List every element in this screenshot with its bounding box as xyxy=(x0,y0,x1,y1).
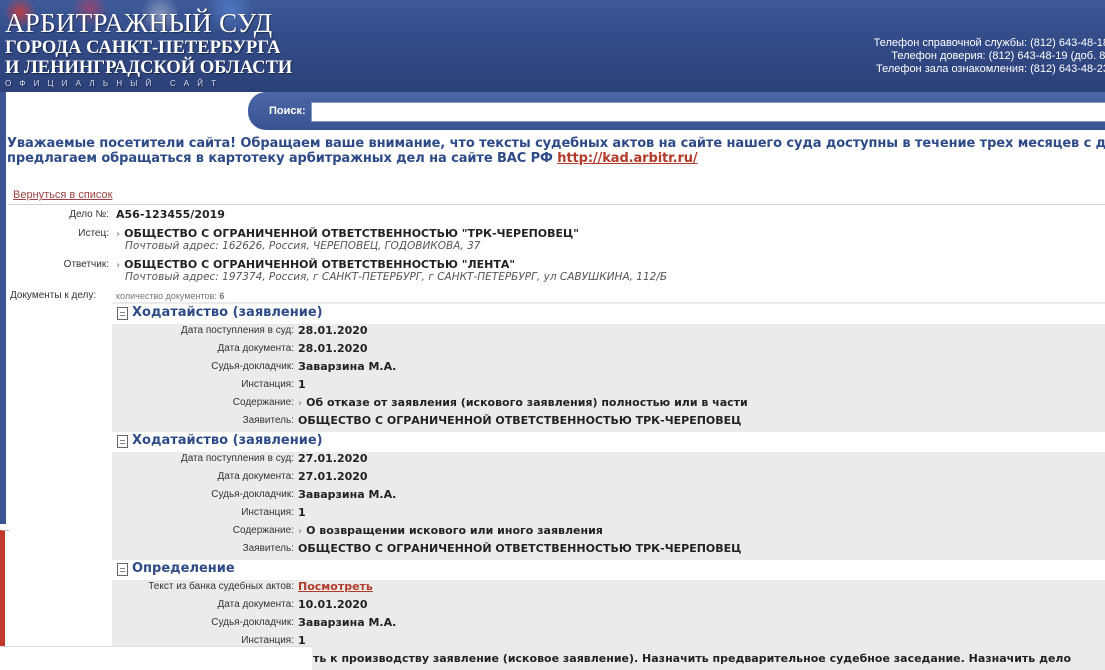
bullet-icon: › xyxy=(298,526,303,537)
court-name-line3: И ЛЕНИНГРАДСКОЙ ОБЛАСТИ xyxy=(5,57,293,78)
field-label: Судья-докладчик: xyxy=(211,489,294,500)
field-label: Дата поступления в суд: xyxy=(180,325,294,336)
field-value: ОБЩЕСТВО С ОГРАНИЧЕННОЙ ОТВЕТСТВЕННОСТЬЮ… xyxy=(298,414,742,427)
field-value-text: Об отказе от заявления (искового заявлен… xyxy=(306,396,748,409)
field-label: Содержание: xyxy=(232,525,294,536)
field-value: ть к производству заявление (исковое зая… xyxy=(313,652,1072,665)
field-value: 1 xyxy=(298,506,306,519)
field-value: Посмотреть xyxy=(298,580,373,593)
field-label: Заявитель: xyxy=(242,415,294,426)
view-document-link[interactable]: Посмотреть xyxy=(298,580,373,593)
case-number: А56-123455/2019 xyxy=(116,208,225,221)
field-value: ОБЩЕСТВО С ОГРАНИЧЕННОЙ ОТВЕТСТВЕННОСТЬЮ… xyxy=(298,542,742,555)
field-value: › Об отказе от заявления (искового заявле… xyxy=(298,396,748,409)
documents-count-label: количество документов: xyxy=(116,291,217,301)
field-label: Судья-докладчик: xyxy=(211,361,294,372)
field-label: Инстанция: xyxy=(241,379,294,390)
defendant-name: › ОБЩЕСТВО С ОГРАНИЧЕННОЙ ОТВЕТСТВЕННОСТЬ… xyxy=(116,258,515,271)
document-header xyxy=(112,560,1105,580)
plaintiff-address: Почтовый адрес: 162626, Россия, ЧЕРЕПОВЕ… xyxy=(125,240,481,252)
document-title: Ходатайство (заявление) xyxy=(132,433,323,448)
kad-arbitr-link[interactable]: http://kad.arbitr.ru/ xyxy=(557,151,697,166)
document-title: Определение xyxy=(132,561,235,576)
field-value: 28.01.2020 xyxy=(298,342,368,355)
field-value: Заварзина М.А. xyxy=(298,360,397,373)
field-label: Дата поступления в суд: xyxy=(180,453,294,464)
field-value: › О возвращении искового или иного заявле… xyxy=(298,524,603,537)
divider xyxy=(8,204,1105,205)
bullet-icon: › xyxy=(116,260,121,271)
defendant-address: Почтовый адрес: 197374, Россия, г САНКТ-… xyxy=(125,271,668,283)
document-icon xyxy=(117,435,128,448)
field-value: 27.01.2020 xyxy=(298,470,368,483)
field-label: Судья-докладчик: xyxy=(211,617,294,628)
search-label: Поиск: xyxy=(269,105,306,117)
defendant-name-text: ОБЩЕСТВО С ОГРАНИЧЕННОЙ ОТВЕТСТВЕННОСТЬЮ… xyxy=(124,258,516,271)
court-name-line1: АРБИТРАЖНЫЙ СУД xyxy=(5,8,273,38)
notice-line2: предлагаем обращаться в картотеку арбитр… xyxy=(7,151,1105,166)
field-label: Дата документа: xyxy=(217,471,294,482)
visitor-notice: Уважаемые посетители сайта! Обращаем ваш… xyxy=(7,136,1105,166)
document-title: Ходатайство (заявление) xyxy=(132,305,323,320)
notice-line1: Уважаемые посетители сайта! Обращаем ваш… xyxy=(7,136,1105,151)
field-value: Заварзина М.А. xyxy=(298,488,397,501)
field-label: Заявитель: xyxy=(242,543,294,554)
overlay-panel xyxy=(0,646,312,670)
official-site-caption: ОФИЦИАЛЬНЫЙ САЙТ xyxy=(5,79,225,88)
contact-phones: Телефон справочной службы: (812) 643-48-… xyxy=(874,37,1105,76)
field-value: Заварзина М.А. xyxy=(298,616,397,629)
back-to-list-link[interactable]: Вернуться в список xyxy=(13,189,112,201)
field-value: 10.01.2020 xyxy=(298,598,368,611)
field-label: Текст из банка судебных актов: xyxy=(148,581,294,592)
plaintiff-name-text: ОБЩЕСТВО С ОГРАНИЧЕННОЙ ОТВЕТСТВЕННОСТЬЮ… xyxy=(124,227,579,240)
field-value: 28.01.2020 xyxy=(298,324,368,337)
bullet-icon: › xyxy=(116,229,121,240)
documents-list xyxy=(112,302,1105,670)
court-name-line2: ГОРОДА САНКТ-ПЕТЕРБУРГА xyxy=(5,38,281,58)
document-icon xyxy=(117,563,128,576)
notice-line2-text: предлагаем обращаться в картотеку арбитр… xyxy=(7,151,553,166)
plaintiff-label: Истец: xyxy=(78,228,109,239)
field-value: 27.01.2020 xyxy=(298,452,368,465)
plaintiff-name: › ОБЩЕСТВО С ОГРАНИЧЕННОЙ ОТВЕТСТВЕННОСТЬ… xyxy=(116,227,579,240)
case-number-label: Дело №: xyxy=(69,209,109,220)
left-rail-decoration xyxy=(0,92,6,524)
field-label: Инстанция: xyxy=(241,635,294,646)
defendant-label: Ответчик: xyxy=(63,259,109,270)
field-value-text: О возвращении искового или иного заявлен… xyxy=(306,524,603,537)
search-bar: Поиск: xyxy=(248,92,1105,130)
phone-info-line: Телефон справочной службы: (812) 643-48-… xyxy=(873,37,1105,49)
phone-trust-line: Телефон доверия: (812) 643-48-19 (доб. 8… xyxy=(891,50,1105,62)
field-label: Инстанция: xyxy=(241,507,294,518)
site-header: АРБИТРАЖНЫЙ СУД ГОРОДА САНКТ-ПЕТЕРБУРГА … xyxy=(0,0,1105,92)
documents-label: Документы к делу: xyxy=(10,290,97,301)
document-icon xyxy=(117,307,128,320)
bullet-icon: › xyxy=(298,398,303,409)
field-value: 1 xyxy=(298,378,306,391)
documents-count: количество документов: 6 xyxy=(116,291,224,301)
documents-count-value: 6 xyxy=(219,291,225,301)
court-logo[interactable]: АРБИТРАЖНЫЙ СУД ГОРОДА САНКТ-ПЕТЕРБУРГА … xyxy=(5,10,292,88)
search-input[interactable] xyxy=(311,102,1105,122)
field-label: Дата документа: xyxy=(217,343,294,354)
field-label: Содержание: xyxy=(232,397,294,408)
phone-reading-room: Телефон зала ознакомления: (812) 643-48-… xyxy=(876,63,1105,75)
field-label: Дата документа: xyxy=(217,599,294,610)
